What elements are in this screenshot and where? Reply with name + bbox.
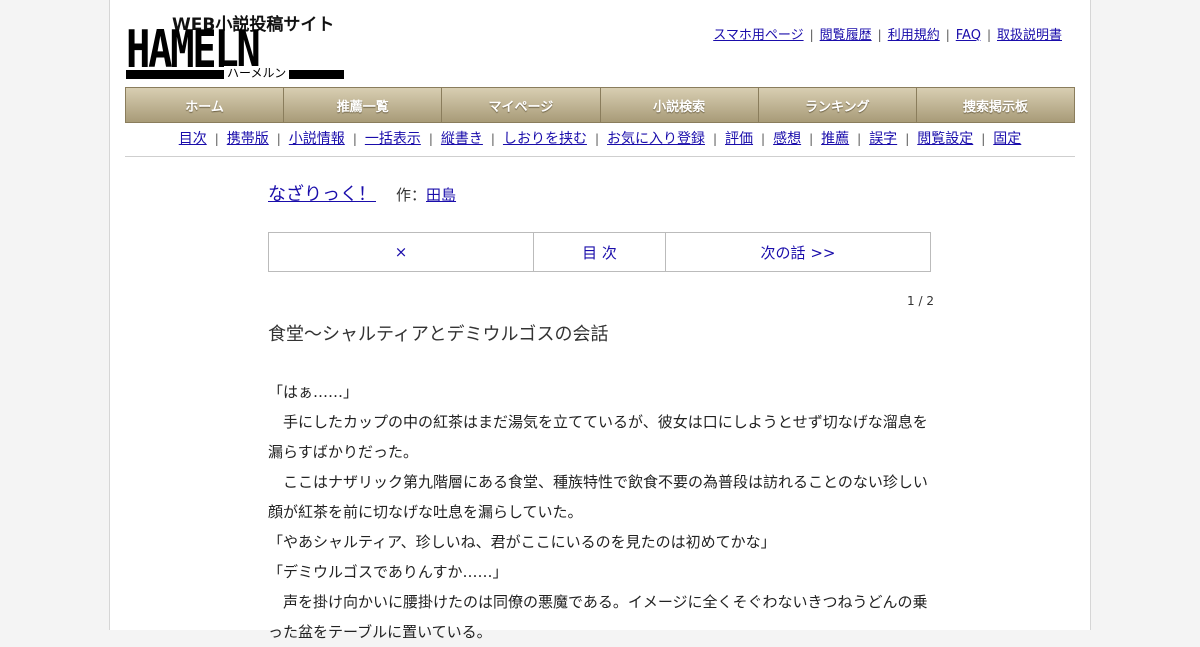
- chapter-title: 食堂～シャルティアとデミウルゴスの会話: [268, 324, 609, 345]
- author-link[interactable]: 田島: [426, 186, 456, 204]
- author-line: 作：田島: [396, 186, 456, 204]
- top-links: スマホ用ページ | 閲覧履歴 | 利用規約 | FAQ | 取扱説明書: [713, 24, 1062, 43]
- separator: |: [905, 132, 910, 146]
- separator: |: [428, 132, 433, 146]
- nav-mypage[interactable]: マイページ: [442, 88, 601, 122]
- page-container: WEB小説投稿サイト HAMELN ハーメルン スマホ用ページ | 閲覧履歴 | 利用規…: [109, 0, 1091, 641]
- divider: [125, 156, 1075, 157]
- author-label: 作：: [396, 186, 427, 204]
- subnav-comments[interactable]: 感想: [773, 131, 801, 147]
- sub-nav: 目次 | 携帯版 | 小説情報 | 一括表示 | 縦書き | しおりを挟む | お気に入り登録 | 評価 | 感…: [125, 128, 1075, 148]
- main-nav: ホーム 推薦一覧 マイページ 小説検索 ランキング 捜索掲示板: [125, 87, 1075, 123]
- subnav-pin[interactable]: 固定: [993, 131, 1021, 147]
- next-episode-button[interactable]: 次の話 >>: [666, 233, 930, 271]
- subnav-show-all[interactable]: 一括表示: [365, 131, 421, 147]
- nav-recommendations[interactable]: 推薦一覧: [284, 88, 443, 122]
- paragraph: ここはナザリック第九階層にある食堂、種族特性で飲食不要の為普段は訪れることのない…: [268, 473, 928, 521]
- subnav-bookmark[interactable]: しおりを挟む: [503, 131, 587, 147]
- separator: |: [981, 132, 986, 146]
- novel-body: 「はぁ……」 手にしたカップの中の紅茶はまだ湯気を立てているが、彼女は口にしよう…: [268, 377, 932, 647]
- paragraph: 声を掛け向かいに腰掛けたのは同僚の悪魔である。イメージに全くそぐわないきつねうど…: [268, 593, 928, 641]
- separator: |: [857, 132, 862, 146]
- episode-pager: × 目 次 次の話 >>: [268, 232, 931, 272]
- separator: |: [490, 132, 495, 146]
- subnav-favorite[interactable]: お気に入り登録: [607, 131, 705, 147]
- paragraph: 「やあシャルティア、珍しいね、君がここにいるのを見たのは初めてかな」: [268, 533, 776, 551]
- close-button[interactable]: ×: [269, 233, 534, 271]
- separator: |: [594, 132, 599, 146]
- separator: |: [761, 132, 766, 146]
- subnav-toc[interactable]: 目次: [179, 131, 207, 147]
- paragraph: 「デミウルゴスでありんすか……」: [268, 563, 508, 581]
- separator: |: [713, 132, 718, 146]
- nav-novel-search[interactable]: 小説検索: [601, 88, 759, 122]
- link-manual[interactable]: 取扱説明書: [997, 28, 1062, 43]
- separator: |: [809, 132, 814, 146]
- subnav-novel-info[interactable]: 小説情報: [289, 131, 345, 147]
- subnav-view-settings[interactable]: 閲覧設定: [917, 131, 973, 147]
- hameln-logo[interactable]: WEB小説投稿サイト HAMELN ハーメルン: [126, 10, 346, 80]
- page-count: 1 / 2: [907, 294, 934, 308]
- separator: |: [276, 132, 281, 146]
- novel-content: なざりっく！ 作：田島 × 目 次 次の話 >> 1 / 2 食堂～シャルティアと…: [268, 180, 934, 641]
- subnav-mobile[interactable]: 携帯版: [227, 131, 269, 147]
- link-faq[interactable]: FAQ: [956, 28, 981, 43]
- separator: |: [877, 28, 882, 42]
- subnav-rating[interactable]: 評価: [725, 131, 753, 147]
- paragraph: 手にしたカップの中の紅茶はまだ湯気を立てているが、彼女は口にしようとせず切なげな…: [268, 413, 928, 461]
- separator: |: [945, 28, 950, 42]
- link-smartphone-page[interactable]: スマホ用ページ: [713, 28, 803, 43]
- separator: |: [352, 132, 357, 146]
- nav-home[interactable]: ホーム: [126, 88, 285, 122]
- separator: |: [986, 28, 991, 42]
- novel-header: なざりっく！ 作：田島: [268, 180, 932, 206]
- novel-title-link[interactable]: なざりっく！: [268, 184, 376, 205]
- subnav-typo[interactable]: 誤字: [869, 131, 897, 147]
- link-history[interactable]: 閲覧履歴: [820, 28, 872, 43]
- nav-ranking[interactable]: ランキング: [759, 88, 917, 122]
- separator: |: [809, 28, 814, 42]
- nav-search-board[interactable]: 捜索掲示板: [917, 88, 1074, 122]
- link-terms[interactable]: 利用規約: [888, 28, 940, 43]
- toc-button[interactable]: 目 次: [534, 233, 666, 271]
- separator: |: [214, 132, 219, 146]
- subnav-recommend[interactable]: 推薦: [821, 131, 849, 147]
- paragraph: 「はぁ……」: [268, 383, 359, 401]
- subnav-vertical[interactable]: 縦書き: [441, 131, 483, 147]
- logo-kana: ハーメルン: [224, 66, 290, 80]
